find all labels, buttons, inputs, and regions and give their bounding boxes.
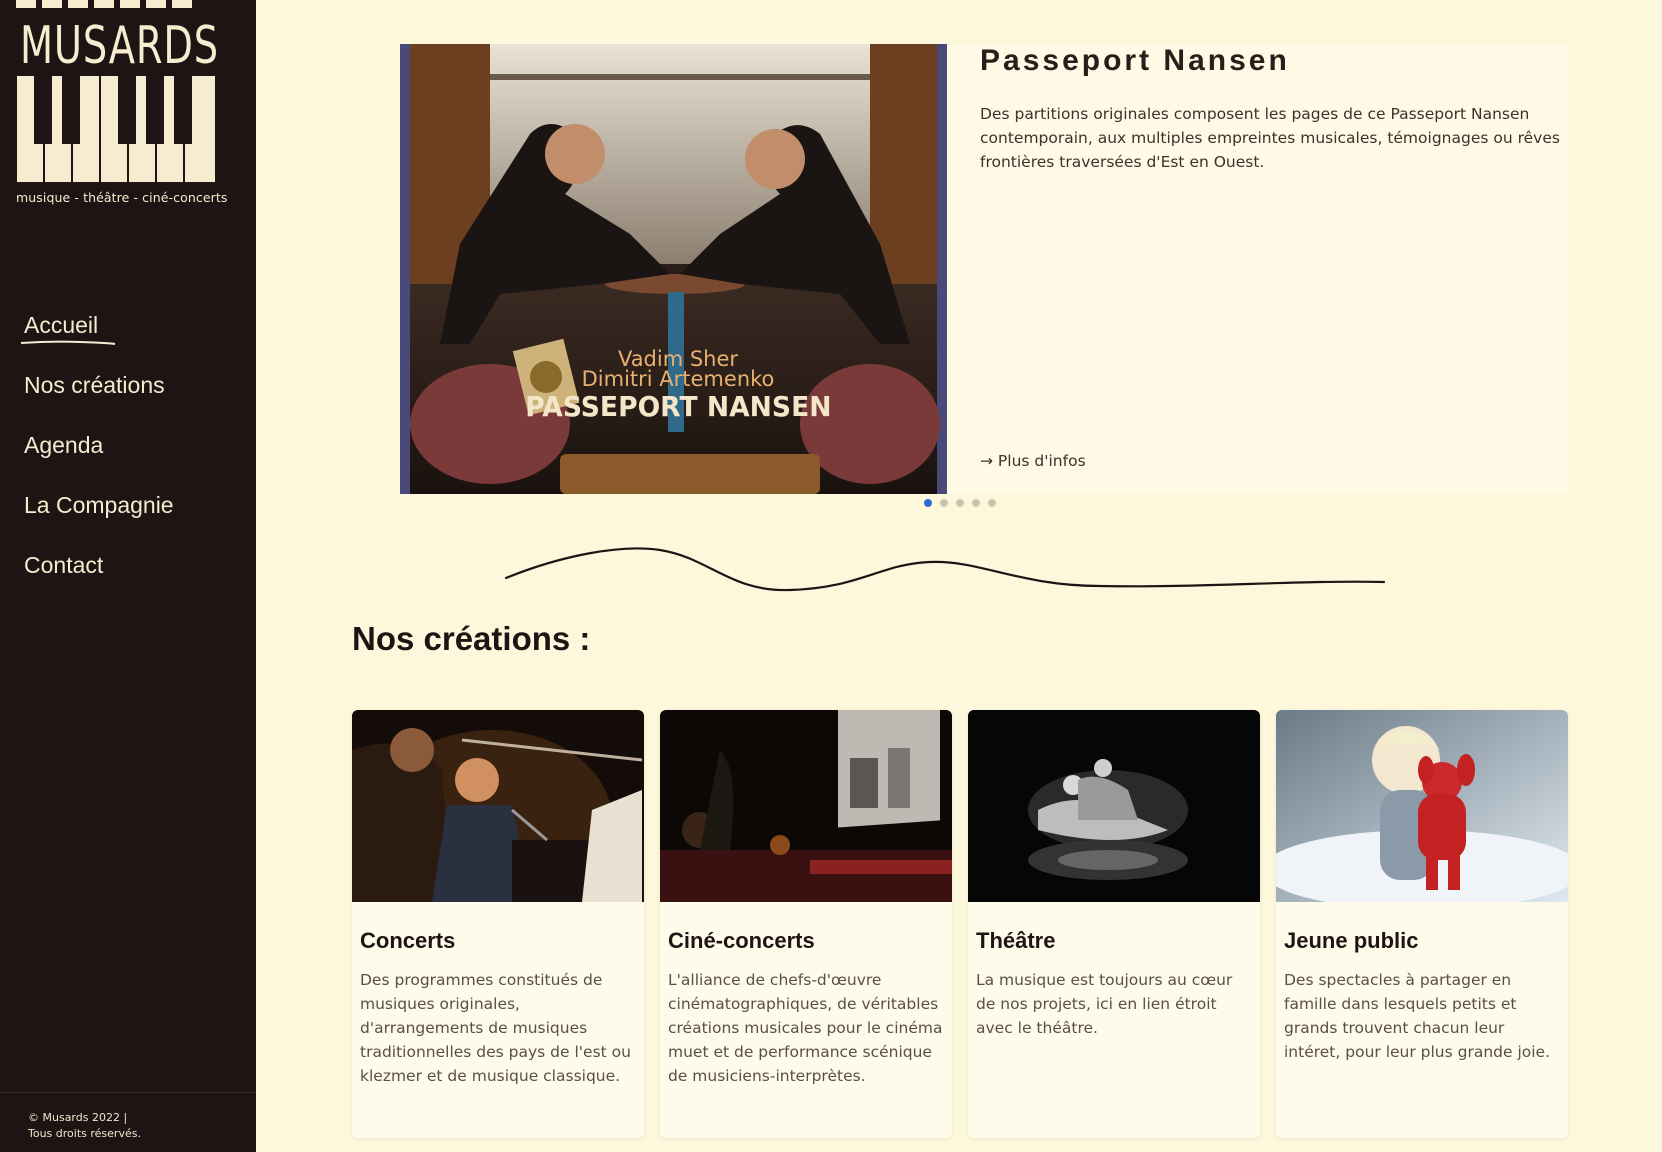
- nav-item-label: La Compagnie: [24, 492, 174, 518]
- slide-image[interactable]: Vadim Sher Dimitri Artemenko PASSEPORT N…: [400, 44, 947, 494]
- slider-dots: [924, 499, 996, 507]
- concert-photo: [352, 710, 644, 902]
- album-artist2: Dimitri Artemenko: [582, 367, 775, 391]
- theatre-photo: [968, 710, 1260, 902]
- nav-item-label: Agenda: [24, 432, 104, 458]
- card-title: Jeune public: [1284, 928, 1419, 953]
- card-theatre[interactable]: Théâtre La musique est toujours au cœur …: [968, 710, 1260, 1138]
- active-underline: [20, 340, 116, 345]
- section-title: Nos créations :: [352, 620, 591, 657]
- card-image: [968, 710, 1260, 902]
- card-description: Des programmes constitués de musiques or…: [360, 971, 631, 1085]
- piano-keys-icon: [16, 76, 216, 184]
- nav-item-label: Accueil: [24, 312, 99, 338]
- more-info-link[interactable]: → Plus d'infos: [980, 452, 1086, 470]
- nav-item-label: Nos créations: [24, 372, 165, 398]
- logo-tagline: musique - théâtre - ciné-concerts: [16, 190, 228, 205]
- sidebar: MUSARDS musique - théâtre - ciné-concert…: [0, 0, 256, 1152]
- card-cine-concerts[interactable]: Ciné-concerts L'alliance de chefs-d'œuvr…: [660, 710, 952, 1138]
- card-title: Concerts: [360, 928, 456, 953]
- card-image: [352, 710, 644, 902]
- cine-concert-photo: [660, 710, 952, 902]
- nav-item-nos-creations[interactable]: Nos créations: [24, 370, 174, 430]
- card-title: Ciné-concerts: [668, 928, 815, 953]
- slider-dot[interactable]: [940, 499, 948, 507]
- card-description: Des spectacles à partager en famille dan…: [1284, 971, 1551, 1061]
- slide-description: Des partitions originales composent les …: [980, 105, 1560, 171]
- card-description: L'alliance de chefs-d'œuvre cinématograp…: [668, 971, 943, 1085]
- slider-dot[interactable]: [924, 499, 932, 507]
- slider-dot[interactable]: [972, 499, 980, 507]
- jeune-public-photo: [1276, 710, 1568, 902]
- creations-cards: Concerts Des programmes constitués de mu…: [352, 710, 1568, 1138]
- slider-dot[interactable]: [988, 499, 996, 507]
- main-nav: Accueil Nos créations Agenda La Compagni…: [20, 310, 174, 610]
- album-title: PASSEPORT NANSEN: [525, 391, 831, 423]
- featured-slider: Vadim Sher Dimitri Artemenko PASSEPORT N…: [400, 44, 1568, 494]
- footer-copyright: © Musards 2022 |: [28, 1111, 128, 1124]
- nav-item-agenda[interactable]: Agenda: [24, 430, 174, 490]
- footer: © Musards 2022 | Tous droits réservés.: [28, 1110, 141, 1142]
- slider-dot[interactable]: [956, 499, 964, 507]
- album-cover-image: Vadim Sher Dimitri Artemenko PASSEPORT N…: [400, 44, 947, 494]
- card-image: [660, 710, 952, 902]
- nav-item-label: Contact: [24, 552, 104, 578]
- logo-title: MUSARDS: [20, 16, 219, 76]
- card-jeune-public[interactable]: Jeune public Des spectacles à partager e…: [1276, 710, 1568, 1138]
- logo[interactable]: MUSARDS musique - théâtre - ciné-concert…: [16, 0, 227, 210]
- footer-divider: [0, 1092, 256, 1093]
- logo-top-bar: [16, 0, 216, 10]
- decorative-squiggle: [504, 547, 1386, 592]
- nav-item-contact[interactable]: Contact: [24, 550, 174, 610]
- nav-item-la-compagnie[interactable]: La Compagnie: [24, 490, 174, 550]
- footer-rights: Tous droits réservés.: [28, 1127, 141, 1140]
- card-image: [1276, 710, 1568, 902]
- card-title: Théâtre: [976, 928, 1056, 953]
- slide-title: Passeport Nansen: [980, 44, 1290, 77]
- card-concerts[interactable]: Concerts Des programmes constitués de mu…: [352, 710, 644, 1138]
- nav-item-accueil[interactable]: Accueil: [20, 310, 174, 370]
- card-description: La musique est toujours au cœur de nos p…: [976, 971, 1233, 1037]
